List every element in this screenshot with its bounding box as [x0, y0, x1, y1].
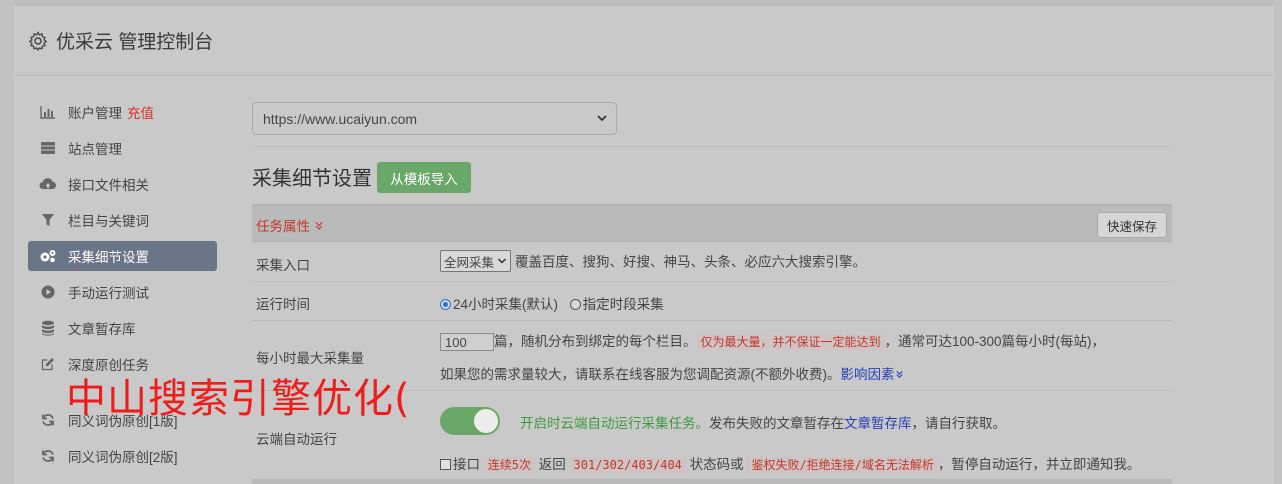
page-header: 优采云 管理控制台	[14, 6, 1274, 76]
notify-text5: ，暂停自动运行，并立即通知我。	[937, 457, 1141, 472]
entry-select-value: 全网采集	[444, 255, 495, 270]
cogs-icon	[38, 249, 58, 263]
gear-icon	[28, 30, 48, 51]
max-warning: 仅为最大量，并不保证一定能达到	[696, 334, 885, 350]
sidebar-item-label: 栏目与关键词	[68, 214, 149, 229]
radio-timed[interactable]: 指定时段采集	[569, 297, 664, 312]
row-value-line2: 如果您的需求量较大，请联系在线客服为您调配资源(不额外收费)。影响因素	[440, 363, 904, 383]
sidebar-item-columns-keywords[interactable]: 栏目与关键词	[28, 205, 217, 235]
sidebar-item-synonym-v2[interactable]: 同义词伪原创[2版]	[28, 441, 217, 471]
toggle-knob	[474, 409, 498, 433]
entry-description: 覆盖百度、搜狗、好搜、神马、头条、必应六大搜索引擎。	[515, 254, 867, 270]
refresh-icon	[38, 413, 58, 427]
cloud-description: 开启时云端自动运行采集任务。发布失败的文章暂存在文章暂存库，请自行获取。	[520, 412, 1006, 432]
recharge-link[interactable]: 充值	[127, 102, 154, 122]
article-storage-link[interactable]: 文章暂存库	[844, 416, 912, 431]
notify-label: 接口	[453, 457, 480, 472]
cloud-notify-line: 接口 连续5次 返回 301/302/403/404 状态码或 鉴权失败/拒绝连…	[440, 453, 1140, 473]
notify-text4: 状态码或	[689, 457, 744, 472]
radio-timed-label: 指定时段采集	[582, 297, 664, 312]
task-properties-label: 任务属性	[256, 219, 310, 234]
row-label: 云端自动运行	[256, 432, 337, 447]
row-entry: 采集入口 全网采集 覆盖百度、搜狗、好搜、神马、头条、必应六大搜索引擎。	[252, 242, 1172, 282]
site-select[interactable]: https://www.ucaiyun.com	[252, 102, 617, 135]
factors-link-label: 影响因素	[840, 367, 895, 382]
left-gutter	[0, 0, 14, 484]
row-label: 每小时最大采集量	[256, 351, 364, 366]
max-per-hour-input[interactable]: 100	[440, 333, 494, 352]
sidebar-item-collect-settings[interactable]: 采集细节设置	[28, 241, 217, 271]
factors-link[interactable]: 影响因素	[841, 367, 904, 382]
radio-24h-label: 24小时采集(默认)	[453, 297, 559, 312]
double-chevron-down-icon	[315, 222, 323, 230]
notify-warn2: 301/302/403/404	[569, 457, 686, 473]
database-icon	[38, 320, 58, 336]
bar-chart-icon	[38, 105, 58, 119]
sidebar-item-label: 接口文件相关	[68, 178, 149, 193]
row-value-line1: 100 篇，随机分布到绑定的每个栏目。 仅为最大量，并不保证一定能达到 ，通常可达10…	[440, 330, 1106, 352]
notify-warn3: 鉴权失败/拒绝连接/域名无法解析	[747, 457, 938, 473]
chevron-down-icon	[497, 258, 507, 264]
row-run-time: 运行时间 24小时采集(默认) 指定时段采集	[252, 282, 1172, 321]
sidebar-item-label: 站点管理	[68, 142, 122, 157]
task-properties-header: 任务属性 快速保存	[252, 204, 1172, 242]
cloud-auto-run-toggle[interactable]	[440, 407, 500, 435]
max-text2: ，通常可达100-300篇每小时(每站)，	[884, 334, 1106, 349]
radio-24h-control[interactable]	[440, 299, 451, 310]
panel-bottom	[252, 479, 1172, 484]
sidebar-item-account[interactable]: 账户管理 充值	[28, 97, 217, 127]
row-label: 运行时间	[256, 297, 310, 312]
row-label: 采集入口	[256, 258, 310, 273]
notify-text3: 返回	[538, 457, 566, 472]
sidebar-item-label: 采集细节设置	[68, 250, 149, 265]
radio-24h[interactable]: 24小时采集(默认)	[440, 297, 558, 312]
chevron-down-icon	[597, 115, 607, 122]
divider	[252, 146, 1172, 147]
sidebar-item-label: 同义词伪原创[2版]	[68, 450, 178, 465]
entry-select[interactable]: 全网采集	[440, 250, 512, 272]
sidebar-item-label: 手动运行测试	[68, 286, 149, 301]
sidebar-item-sites[interactable]: 站点管理	[28, 133, 217, 163]
quick-save-button[interactable]: 快速保存	[1097, 212, 1167, 238]
cloud-text2: ，请自行获取。	[911, 416, 1007, 431]
play-circle-icon	[38, 285, 58, 299]
radio-timed-control[interactable]	[569, 299, 581, 310]
sidebar-item-manual-test[interactable]: 手动运行测试	[28, 277, 217, 307]
max-text3: 如果您的需求量较大，请联系在线客服为您调配资源(不额外收费)。	[440, 367, 841, 382]
sidebar-item-article-storage[interactable]: 文章暂存库	[28, 313, 217, 343]
max-text1: 篇，随机分布到绑定的每个栏目。	[494, 334, 697, 349]
server-icon	[38, 141, 58, 155]
notify-checkbox[interactable]	[440, 459, 451, 470]
cloud-green-text: 开启时云端自动运行采集任务。	[520, 416, 709, 431]
edit-icon	[38, 357, 58, 371]
section-title: 采集细节设置	[252, 168, 372, 190]
watermark-text: 中山搜索引擎优化(	[66, 376, 411, 422]
import-template-button[interactable]: 从模板导入	[377, 162, 471, 193]
task-properties-toggle[interactable]: 任务属性	[256, 215, 324, 235]
filter-icon	[38, 213, 58, 227]
scrollbar-track[interactable]	[1274, 0, 1282, 484]
cloud-upload-icon	[38, 177, 58, 191]
cloud-text1: 发布失败的文章暂存在	[709, 416, 844, 431]
row-value: 全网采集 覆盖百度、搜狗、好搜、神马、头条、必应六大搜索引擎。	[440, 250, 866, 272]
double-chevron-down-icon	[895, 370, 903, 378]
refresh-icon	[38, 449, 58, 463]
row-value: 24小时采集(默认) 指定时段采集	[440, 293, 664, 313]
sidebar-item-label: 账户管理	[68, 106, 122, 121]
site-select-value: https://www.ucaiyun.com	[263, 110, 418, 127]
sidebar-item-label: 文章暂存库	[68, 322, 136, 337]
page-title: 优采云 管理控制台	[56, 32, 214, 53]
sidebar-item-api-files[interactable]: 接口文件相关	[28, 169, 217, 199]
notify-warn1: 连续5次	[483, 457, 535, 473]
